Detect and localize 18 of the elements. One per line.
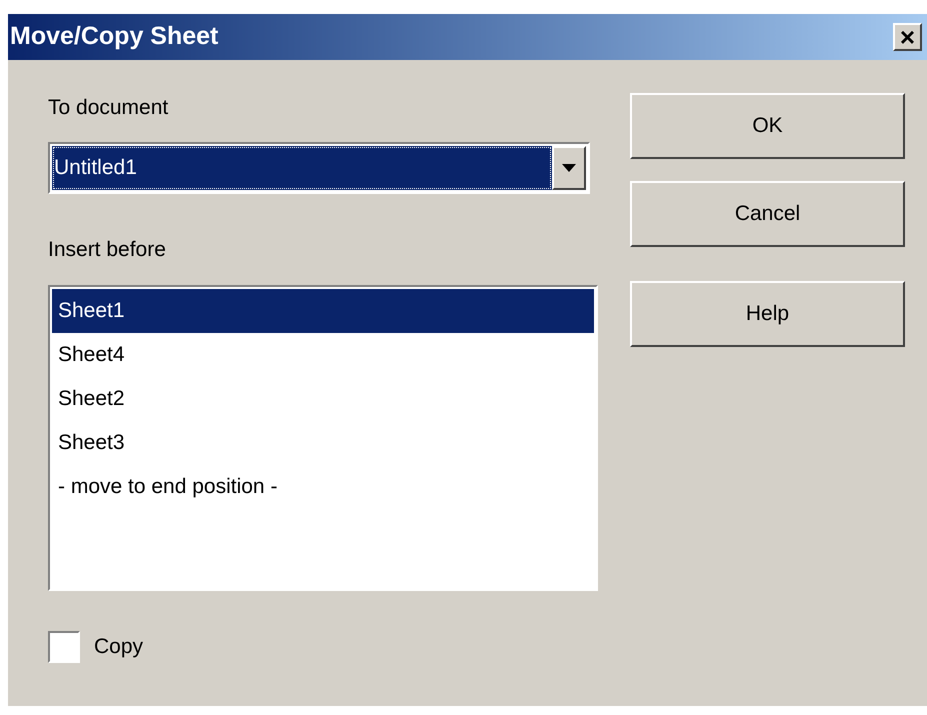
list-item[interactable]: Sheet1 — [52, 289, 594, 333]
list-item[interactable]: - move to end position - — [52, 465, 594, 509]
dropdown-value: Untitled1 — [54, 154, 137, 181]
list-item[interactable]: Sheet2 — [52, 377, 594, 421]
dialog-button[interactable]: Help — [630, 281, 905, 347]
checkbox-label: Copy — [94, 634, 144, 660]
close-button[interactable]: × — [893, 23, 922, 51]
caret-icon — [562, 164, 576, 172]
dialog-button[interactable]: OK — [630, 93, 905, 159]
list-item[interactable]: Sheet3 — [52, 421, 594, 465]
list-item[interactable]: Sheet4 — [52, 333, 594, 377]
field-label: Insert before — [48, 236, 166, 262]
document-dropdown[interactable]: Untitled1 — [48, 142, 590, 194]
window-title: Move/Copy Sheet — [10, 21, 218, 52]
dropdown-arrow-button[interactable] — [552, 146, 586, 190]
copy-checkbox[interactable] — [48, 631, 80, 663]
dialog-button[interactable]: Cancel — [630, 181, 905, 247]
field-label: To document — [48, 95, 168, 121]
